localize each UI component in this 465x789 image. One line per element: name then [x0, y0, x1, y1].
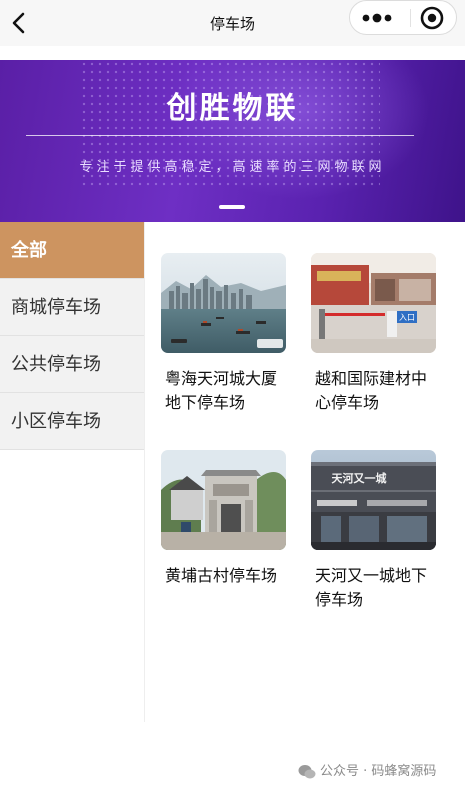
parking-card[interactable]: 天河又一城 天河又一城地下停车场 — [311, 450, 436, 612]
close-target-icon[interactable] — [419, 5, 445, 31]
parking-lot-name: 粤海天河城大厦地下停车场 — [165, 369, 278, 412]
promo-banner[interactable]: 创胜物联 专注于提供高稳定，高速率的三网物联网 — [0, 60, 465, 222]
wechat-icon — [298, 764, 316, 778]
banner-subtitle: 专注于提供高稳定，高速率的三网物联网 — [79, 160, 386, 175]
entrance-sign: 入口 — [399, 313, 415, 322]
watermark-text: 公众号 · 码蜂窝源码 — [320, 764, 437, 779]
carousel-indicator[interactable] — [219, 205, 245, 209]
parking-photo-mall: 天河又一城 — [311, 450, 436, 550]
category-all[interactable]: 全部 — [0, 222, 144, 279]
category-public-parking[interactable]: 公共停车场 — [0, 336, 144, 393]
parking-lot-name: 越和国际建材中心停车场 — [315, 369, 428, 412]
mall-sign: 天河又一城 — [332, 471, 387, 485]
capsule-divider — [410, 9, 411, 27]
category-sidebar: 全部 商城停车场 公共停车场 小区停车场 — [0, 222, 145, 722]
category-residential-parking[interactable]: 小区停车场 — [0, 393, 144, 450]
parking-photo-entrance: 入口 — [311, 253, 436, 353]
watermark: 公众号 · 码蜂窝源码 — [298, 760, 436, 780]
banner-title: 创胜物联 — [166, 91, 299, 126]
parking-card[interactable]: 入口 越和国际建材中心停车场 — [311, 253, 436, 415]
parking-lot-name: 天河又一城地下停车场 — [315, 566, 428, 609]
parking-lot-name: 黄埔古村停车场 — [165, 566, 278, 585]
more-dots-icon[interactable] — [360, 9, 400, 27]
parking-card[interactable]: 黄埔古村停车场 — [161, 450, 286, 588]
parking-photo-village — [161, 450, 286, 550]
category-mall-parking[interactable]: 商城停车场 — [0, 279, 144, 336]
parking-photo-harbor — [161, 253, 286, 353]
mini-program-capsule — [349, 0, 457, 35]
top-nav-bar: 停车场 — [0, 0, 465, 46]
banner-divider — [26, 135, 414, 136]
parking-card[interactable]: 粤海天河城大厦地下停车场 — [161, 253, 286, 415]
